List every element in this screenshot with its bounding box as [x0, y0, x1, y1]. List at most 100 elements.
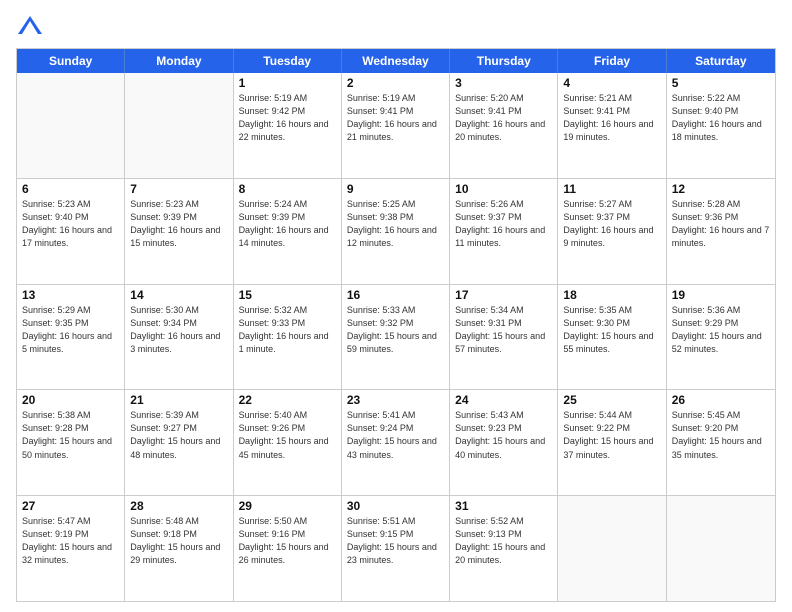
cell-info: Sunrise: 5:45 AMSunset: 9:20 PMDaylight:…	[672, 409, 770, 461]
cell-info: Sunrise: 5:52 AMSunset: 9:13 PMDaylight:…	[455, 515, 552, 567]
calendar-cell-day-27: 27Sunrise: 5:47 AMSunset: 9:19 PMDayligh…	[17, 496, 125, 601]
day-number: 19	[672, 288, 770, 302]
calendar-cell-empty	[667, 496, 775, 601]
cell-info: Sunrise: 5:44 AMSunset: 9:22 PMDaylight:…	[563, 409, 660, 461]
day-number: 21	[130, 393, 227, 407]
day-number: 20	[22, 393, 119, 407]
cell-info: Sunrise: 5:33 AMSunset: 9:32 PMDaylight:…	[347, 304, 444, 356]
day-header-thursday: Thursday	[450, 49, 558, 73]
day-header-monday: Monday	[125, 49, 233, 73]
calendar-cell-empty	[125, 73, 233, 178]
calendar-cell-day-28: 28 Sunrise: 5:48 AMSunset: 9:18 PMDayligh…	[125, 496, 233, 601]
day-number: 23	[347, 393, 444, 407]
calendar-row-5: 27Sunrise: 5:47 AMSunset: 9:19 PMDayligh…	[17, 496, 775, 601]
day-number: 30	[347, 499, 444, 513]
calendar-cell-day-6: 6Sunrise: 5:23 AMSunset: 9:40 PMDaylight…	[17, 179, 125, 284]
day-number: 5	[672, 76, 770, 90]
calendar-row-4: 20 Sunrise: 5:38 AMSunset: 9:28 PMDayligh…	[17, 390, 775, 496]
cell-info: Sunrise: 5:23 AMSunset: 9:40 PMDaylight:…	[22, 198, 119, 250]
cell-info: Sunrise: 5:22 AMSunset: 9:40 PMDaylight:…	[672, 92, 770, 144]
calendar-cell-day-24: 24 Sunrise: 5:43 AMSunset: 9:23 PMDayligh…	[450, 390, 558, 495]
calendar-cell-day-11: 11Sunrise: 5:27 AMSunset: 9:37 PMDayligh…	[558, 179, 666, 284]
calendar: SundayMondayTuesdayWednesdayThursdayFrid…	[16, 48, 776, 602]
cell-info: Sunrise: 5:36 AMSunset: 9:29 PMDaylight:…	[672, 304, 770, 356]
cell-info: Sunrise: 5:38 AMSunset: 9:28 PMDaylight:…	[22, 409, 119, 461]
day-number: 18	[563, 288, 660, 302]
logo-icon	[16, 12, 44, 40]
cell-info: Sunrise: 5:51 AMSunset: 9:15 PMDaylight:…	[347, 515, 444, 567]
day-number: 4	[563, 76, 660, 90]
cell-info: Sunrise: 5:19 AMSunset: 9:41 PMDaylight:…	[347, 92, 444, 144]
day-header-wednesday: Wednesday	[342, 49, 450, 73]
cell-info: Sunrise: 5:34 AMSunset: 9:31 PMDaylight:…	[455, 304, 552, 356]
cell-info: Sunrise: 5:43 AMSunset: 9:23 PMDaylight:…	[455, 409, 552, 461]
calendar-cell-day-19: 19 Sunrise: 5:36 AMSunset: 9:29 PMDayligh…	[667, 285, 775, 390]
day-number: 17	[455, 288, 552, 302]
calendar-cell-day-22: 22 Sunrise: 5:40 AMSunset: 9:26 PMDayligh…	[234, 390, 342, 495]
cell-info: Sunrise: 5:26 AMSunset: 9:37 PMDaylight:…	[455, 198, 552, 250]
day-number: 2	[347, 76, 444, 90]
day-number: 7	[130, 182, 227, 196]
calendar-cell-day-2: 2 Sunrise: 5:19 AMSunset: 9:41 PMDaylight…	[342, 73, 450, 178]
calendar-cell-day-5: 5 Sunrise: 5:22 AMSunset: 9:40 PMDaylight…	[667, 73, 775, 178]
logo	[16, 12, 48, 40]
calendar-body: 1 Sunrise: 5:19 AMSunset: 9:42 PMDaylight…	[17, 73, 775, 601]
day-number: 28	[130, 499, 227, 513]
cell-info: Sunrise: 5:21 AMSunset: 9:41 PMDaylight:…	[563, 92, 660, 144]
day-header-sunday: Sunday	[17, 49, 125, 73]
day-number: 13	[22, 288, 119, 302]
day-number: 16	[347, 288, 444, 302]
cell-info: Sunrise: 5:29 AMSunset: 9:35 PMDaylight:…	[22, 304, 119, 356]
calendar-cell-day-1: 1 Sunrise: 5:19 AMSunset: 9:42 PMDaylight…	[234, 73, 342, 178]
calendar-cell-day-31: 31Sunrise: 5:52 AMSunset: 9:13 PMDayligh…	[450, 496, 558, 601]
day-header-friday: Friday	[558, 49, 666, 73]
header	[16, 12, 776, 40]
day-number: 3	[455, 76, 552, 90]
day-number: 8	[239, 182, 336, 196]
calendar-cell-empty	[558, 496, 666, 601]
day-number: 26	[672, 393, 770, 407]
day-number: 15	[239, 288, 336, 302]
day-number: 24	[455, 393, 552, 407]
cell-info: Sunrise: 5:28 AMSunset: 9:36 PMDaylight:…	[672, 198, 770, 250]
cell-info: Sunrise: 5:25 AMSunset: 9:38 PMDaylight:…	[347, 198, 444, 250]
cell-info: Sunrise: 5:24 AMSunset: 9:39 PMDaylight:…	[239, 198, 336, 250]
cell-info: Sunrise: 5:39 AMSunset: 9:27 PMDaylight:…	[130, 409, 227, 461]
page: SundayMondayTuesdayWednesdayThursdayFrid…	[0, 0, 792, 612]
day-number: 1	[239, 76, 336, 90]
cell-info: Sunrise: 5:41 AMSunset: 9:24 PMDaylight:…	[347, 409, 444, 461]
day-number: 12	[672, 182, 770, 196]
cell-info: Sunrise: 5:19 AMSunset: 9:42 PMDaylight:…	[239, 92, 336, 144]
calendar-cell-day-21: 21 Sunrise: 5:39 AMSunset: 9:27 PMDayligh…	[125, 390, 233, 495]
cell-info: Sunrise: 5:48 AMSunset: 9:18 PMDaylight:…	[130, 515, 227, 567]
calendar-cell-day-8: 8 Sunrise: 5:24 AMSunset: 9:39 PMDaylight…	[234, 179, 342, 284]
calendar-cell-day-18: 18Sunrise: 5:35 AMSunset: 9:30 PMDayligh…	[558, 285, 666, 390]
calendar-cell-day-25: 25Sunrise: 5:44 AMSunset: 9:22 PMDayligh…	[558, 390, 666, 495]
calendar-header: SundayMondayTuesdayWednesdayThursdayFrid…	[17, 49, 775, 73]
cell-info: Sunrise: 5:40 AMSunset: 9:26 PMDaylight:…	[239, 409, 336, 461]
day-number: 14	[130, 288, 227, 302]
calendar-row-1: 1 Sunrise: 5:19 AMSunset: 9:42 PMDaylight…	[17, 73, 775, 179]
calendar-cell-day-26: 26 Sunrise: 5:45 AMSunset: 9:20 PMDayligh…	[667, 390, 775, 495]
calendar-cell-day-23: 23 Sunrise: 5:41 AMSunset: 9:24 PMDayligh…	[342, 390, 450, 495]
day-header-tuesday: Tuesday	[234, 49, 342, 73]
day-header-saturday: Saturday	[667, 49, 775, 73]
calendar-cell-day-12: 12 Sunrise: 5:28 AMSunset: 9:36 PMDayligh…	[667, 179, 775, 284]
calendar-row-2: 6Sunrise: 5:23 AMSunset: 9:40 PMDaylight…	[17, 179, 775, 285]
calendar-cell-day-17: 17 Sunrise: 5:34 AMSunset: 9:31 PMDayligh…	[450, 285, 558, 390]
day-number: 22	[239, 393, 336, 407]
cell-info: Sunrise: 5:23 AMSunset: 9:39 PMDaylight:…	[130, 198, 227, 250]
calendar-cell-empty	[17, 73, 125, 178]
calendar-cell-day-7: 7 Sunrise: 5:23 AMSunset: 9:39 PMDaylight…	[125, 179, 233, 284]
cell-info: Sunrise: 5:30 AMSunset: 9:34 PMDaylight:…	[130, 304, 227, 356]
cell-info: Sunrise: 5:27 AMSunset: 9:37 PMDaylight:…	[563, 198, 660, 250]
cell-info: Sunrise: 5:20 AMSunset: 9:41 PMDaylight:…	[455, 92, 552, 144]
day-number: 27	[22, 499, 119, 513]
calendar-cell-day-16: 16 Sunrise: 5:33 AMSunset: 9:32 PMDayligh…	[342, 285, 450, 390]
calendar-cell-day-3: 3 Sunrise: 5:20 AMSunset: 9:41 PMDaylight…	[450, 73, 558, 178]
day-number: 29	[239, 499, 336, 513]
cell-info: Sunrise: 5:50 AMSunset: 9:16 PMDaylight:…	[239, 515, 336, 567]
calendar-cell-day-14: 14 Sunrise: 5:30 AMSunset: 9:34 PMDayligh…	[125, 285, 233, 390]
cell-info: Sunrise: 5:32 AMSunset: 9:33 PMDaylight:…	[239, 304, 336, 356]
calendar-row-3: 13 Sunrise: 5:29 AMSunset: 9:35 PMDayligh…	[17, 285, 775, 391]
